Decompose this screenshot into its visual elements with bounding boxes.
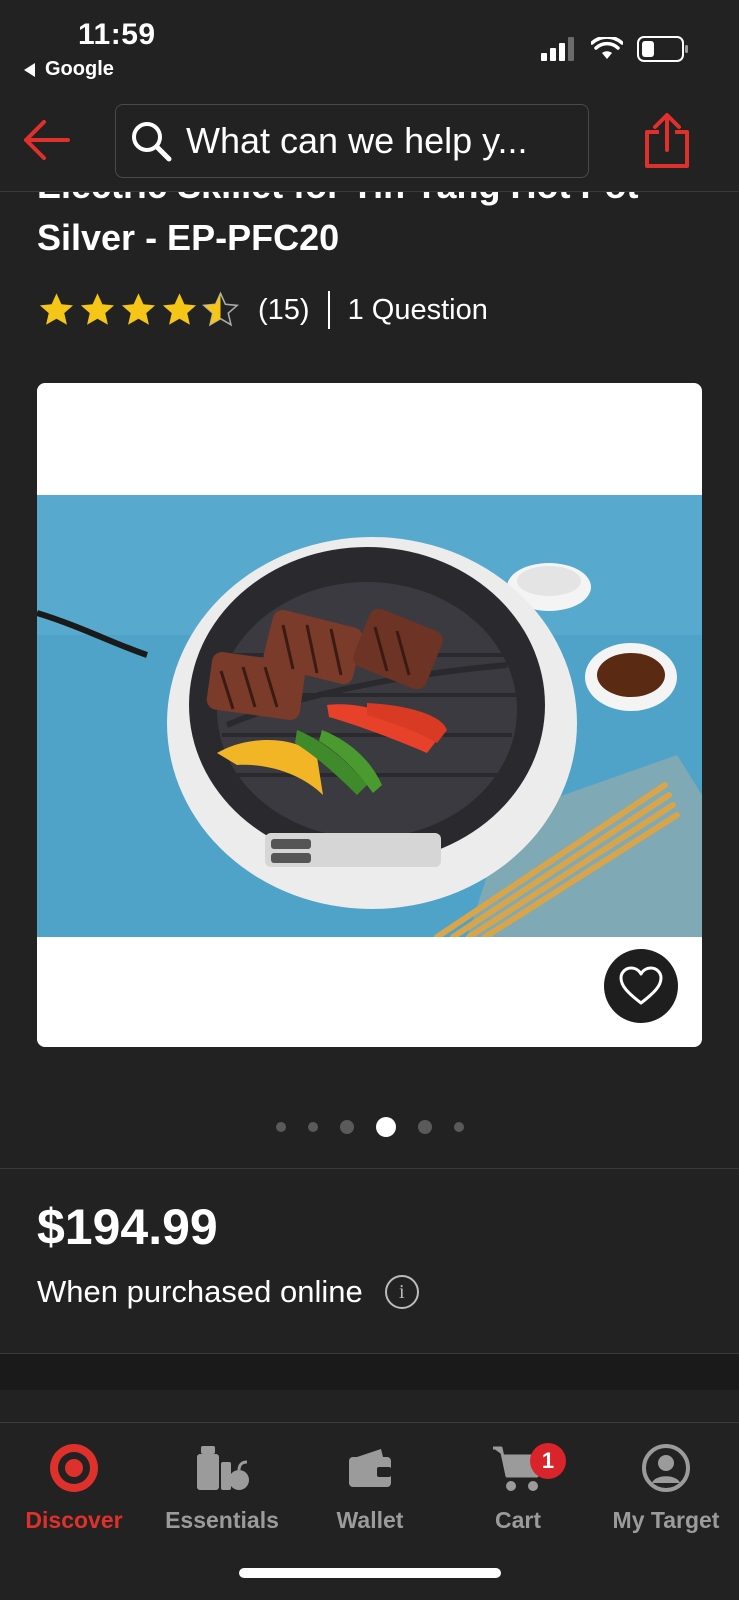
wifi-icon — [591, 37, 623, 59]
back-arrow-icon[interactable] — [20, 114, 72, 166]
carousel-dot[interactable] — [307, 1122, 318, 1132]
back-triangle-icon — [24, 62, 35, 77]
star-icon — [39, 293, 74, 325]
product-image-card[interactable] — [37, 383, 702, 1047]
back-to-app-link[interactable]: Google — [24, 58, 114, 81]
battery-icon — [637, 36, 688, 62]
search-input[interactable] — [186, 120, 566, 162]
tab-label: Cart — [494, 1507, 541, 1533]
tab-label: Wallet — [336, 1507, 404, 1533]
price-note-text: When purchased online — [37, 1274, 363, 1309]
star-icon — [162, 293, 197, 325]
rating-divider — [327, 291, 330, 329]
half-star-icon — [201, 291, 240, 327]
back-app-label: Google — [45, 58, 114, 80]
tab-essentials[interactable]: Essentials — [148, 1439, 296, 1549]
tab-discover[interactable]: Discover — [0, 1439, 148, 1549]
tab-label: Discover — [25, 1507, 123, 1533]
product-price: $194.99 — [37, 1199, 218, 1255]
carousel-dot[interactable] — [275, 1122, 286, 1132]
wallet-icon — [349, 1449, 391, 1487]
bottom-tab-bar: Discover Essentials Wallet Cart 1 My Tar… — [0, 1422, 739, 1600]
home-indicator — [239, 1568, 501, 1578]
section-band — [0, 1354, 739, 1390]
status-time: 11:59 — [78, 18, 156, 51]
tab-label: My Target — [612, 1507, 720, 1533]
review-count-link[interactable]: (15) — [258, 294, 310, 327]
search-bar[interactable] — [115, 104, 589, 178]
cellular-signal-icon — [541, 37, 574, 61]
section-divider — [0, 1168, 739, 1169]
info-icon[interactable]: i — [384, 1275, 419, 1309]
price-note: When purchased online i — [37, 1274, 419, 1310]
top-navigation — [0, 92, 739, 192]
tab-label: Essentials — [165, 1507, 279, 1533]
star-rating[interactable] — [37, 291, 240, 329]
tab-my-target[interactable]: My Target — [592, 1439, 739, 1549]
question-link[interactable]: 1 Question — [348, 294, 488, 327]
favorite-button[interactable] — [604, 949, 678, 1023]
status-bar: 11:59 Google — [0, 0, 739, 92]
carousel-dots[interactable] — [0, 1117, 739, 1137]
cart-count-badge: 1 — [530, 1443, 566, 1479]
profile-icon — [642, 1444, 690, 1492]
essentials-icon — [197, 1446, 249, 1490]
product-photo[interactable] — [37, 495, 702, 937]
heart-icon — [619, 966, 663, 1005]
carousel-dot[interactable] — [417, 1120, 432, 1134]
rating-row: (15) 1 Question — [37, 290, 488, 330]
star-icon — [121, 293, 156, 325]
carousel-dot[interactable] — [339, 1120, 354, 1134]
star-icon — [80, 293, 115, 325]
carousel-dot-active[interactable] — [375, 1117, 396, 1137]
target-logo-icon — [50, 1444, 98, 1492]
system-icons — [541, 36, 689, 62]
tab-cart[interactable]: Cart 1 — [444, 1439, 592, 1549]
tab-wallet[interactable]: Wallet — [296, 1439, 444, 1549]
carousel-dot[interactable] — [453, 1122, 464, 1132]
share-icon[interactable] — [641, 112, 693, 170]
search-icon — [132, 122, 172, 162]
